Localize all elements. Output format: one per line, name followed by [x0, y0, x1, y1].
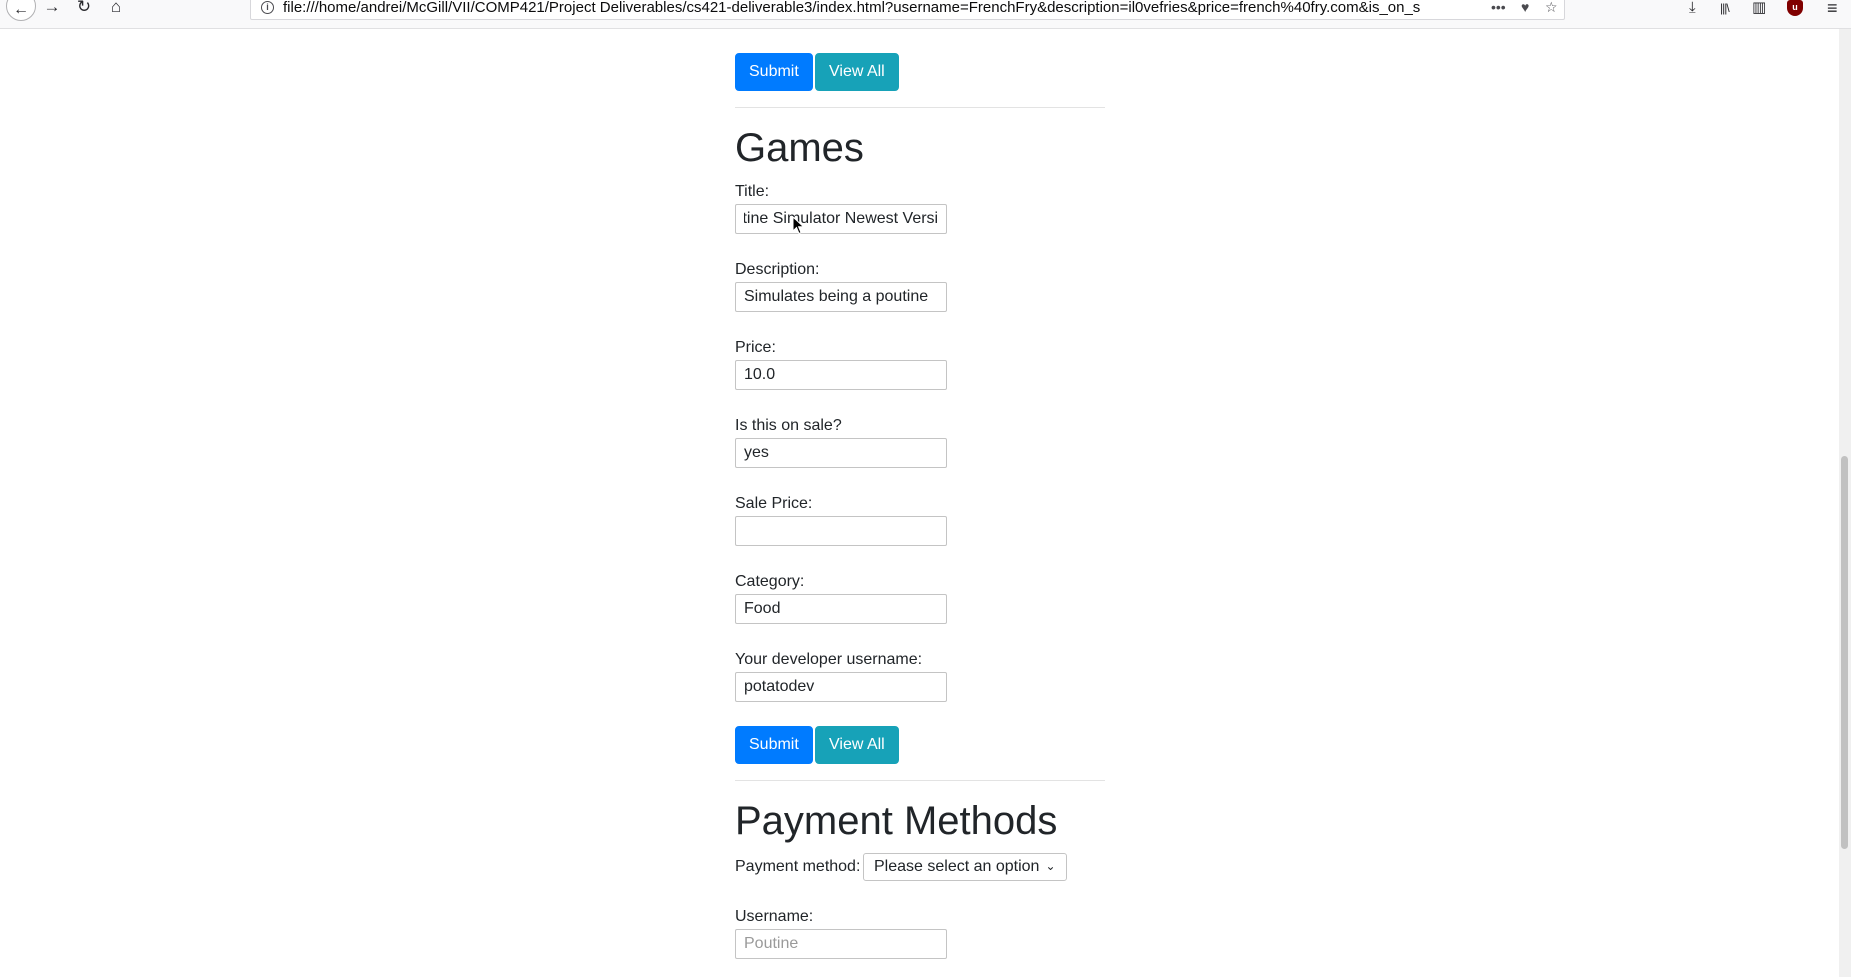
username-label: Username:: [735, 908, 814, 925]
info-icon[interactable]: i: [261, 1, 274, 14]
section-divider: [735, 780, 1105, 781]
section-divider: [735, 107, 1105, 108]
title-label: Title:: [735, 183, 770, 200]
back-arrow-icon[interactable]: ←: [6, 0, 36, 21]
payment-method-select[interactable]: Please select an option ⌄: [863, 853, 1067, 881]
more-actions-icon[interactable]: •••: [1491, 0, 1506, 16]
sale-price-label: Sale Price:: [735, 495, 813, 512]
pocket-icon[interactable]: ♥: [1521, 0, 1529, 16]
view-all-button[interactable]: View All: [815, 53, 899, 91]
reload-icon[interactable]: ↻: [71, 0, 97, 15]
payment-method-label: Payment method:: [735, 858, 861, 875]
forward-arrow-icon[interactable]: →: [39, 0, 65, 15]
games-submit-button[interactable]: Submit: [735, 726, 813, 764]
games-view-all-button[interactable]: View All: [815, 726, 899, 764]
games-heading: Games: [735, 126, 864, 170]
download-icon[interactable]: ⤓: [1689, 0, 1696, 18]
developer-username-label: Your developer username:: [735, 651, 923, 668]
sidebar-icon[interactable]: ▥: [1752, 0, 1766, 18]
developer-username-input[interactable]: [735, 672, 947, 702]
page-scrollbar[interactable]: [1839, 29, 1851, 977]
bookmark-star-icon[interactable]: ☆: [1545, 0, 1558, 16]
hamburger-menu-icon[interactable]: ≡: [1827, 0, 1838, 18]
category-label: Category:: [735, 573, 805, 590]
sale-price-input[interactable]: [735, 516, 947, 546]
description-label: Description:: [735, 261, 820, 278]
url-text[interactable]: file:///home/andrei/McGill/VII/COMP421/P…: [283, 0, 1458, 17]
submit-button[interactable]: Submit: [735, 53, 813, 91]
payment-methods-heading: Payment Methods: [735, 799, 1058, 843]
chevron-down-icon: ⌄: [1045, 859, 1056, 873]
price-input[interactable]: [735, 360, 947, 390]
mouse-cursor-icon: [792, 216, 805, 235]
title-input[interactable]: [735, 204, 947, 234]
username-input[interactable]: [735, 929, 947, 959]
payment-method-selected: Please select an option: [874, 858, 1040, 875]
on-sale-input[interactable]: [735, 438, 947, 468]
library-icon[interactable]: |||\: [1720, 0, 1730, 18]
ublock-shield-icon[interactable]: u: [1787, 0, 1803, 16]
url-bar[interactable]: i file:///home/andrei/McGill/VII/COMP421…: [250, 0, 1565, 20]
scrollbar-thumb[interactable]: [1841, 456, 1848, 849]
home-icon[interactable]: ⌂: [103, 0, 129, 15]
category-input[interactable]: [735, 594, 947, 624]
browser-toolbar: ← → ↻ ⌂ i file:///home/andrei/McGill/VII…: [0, 0, 1851, 29]
on-sale-label: Is this on sale?: [735, 417, 842, 434]
url-fade: [1431, 0, 1461, 17]
description-input[interactable]: [735, 282, 947, 312]
price-label: Price:: [735, 339, 776, 356]
